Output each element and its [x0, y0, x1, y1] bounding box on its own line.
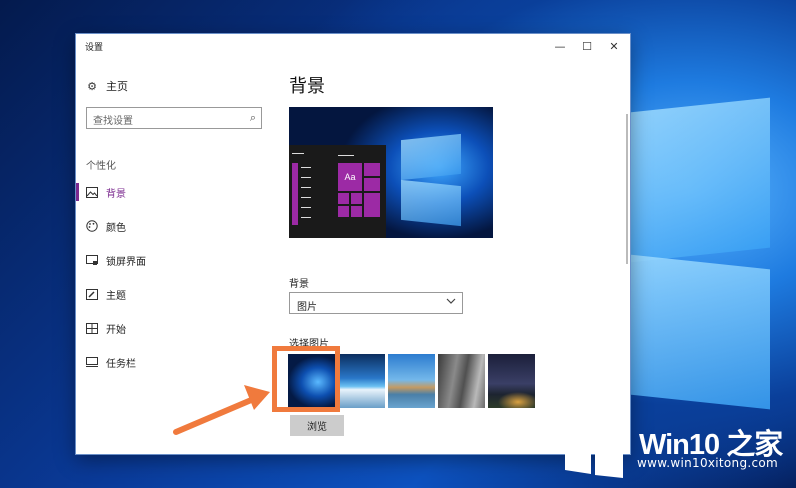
watermark-site: www.win10xitong.com — [637, 456, 779, 470]
annotation-arrow — [173, 385, 270, 435]
windows-logo-icon — [565, 418, 623, 478]
watermark-logo: Win10 之家 www.win10xitong.com — [563, 418, 788, 478]
